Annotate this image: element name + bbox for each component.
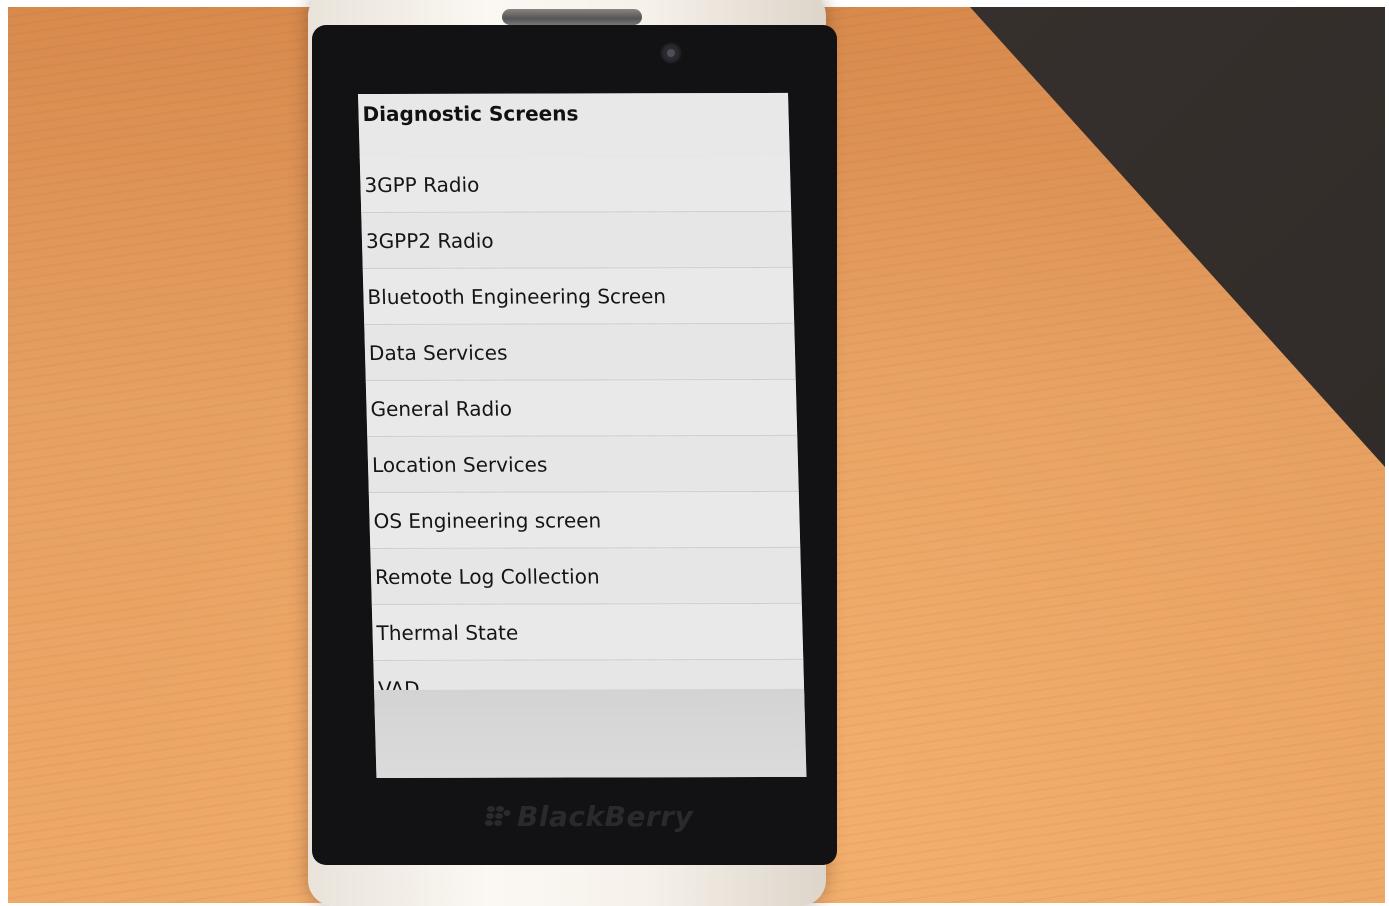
list-item-3gpp2-radio[interactable]: 3GPP2 Radio	[361, 211, 793, 269]
list-item-label: OS Engineering screen	[373, 507, 602, 533]
list-item-os-engineering[interactable]: OS Engineering screen	[368, 491, 801, 549]
list-item-3gpp-radio[interactable]: 3GPP Radio	[359, 155, 792, 213]
list-item-thermal-state[interactable]: Thermal State	[371, 603, 804, 661]
front-camera-icon	[660, 42, 682, 64]
list-item-label: Thermal State	[376, 620, 519, 645]
list-item-data-services[interactable]: Data Services	[364, 323, 796, 381]
brand-name: BlackBerry	[517, 800, 694, 833]
page-title: Diagnostic Screens	[362, 101, 579, 126]
empty-screen-area	[374, 688, 807, 779]
title-bar: Diagnostic Screens	[358, 92, 790, 158]
list-item-label: Remote Log Collection	[374, 563, 600, 589]
diagnostic-list: 3GPP Radio 3GPP2 Radio Bluetooth Enginee…	[359, 155, 805, 717]
list-item-location-services[interactable]: Location Services	[367, 435, 799, 493]
list-item-label: Bluetooth Engineering Screen	[367, 283, 667, 309]
blackberry-logo-icon	[485, 806, 511, 826]
phone-screen: Diagnostic Screens 3GPP Radio 3GPP2 Radi…	[358, 92, 807, 779]
list-item-label: 3GPP2 Radio	[365, 228, 494, 253]
list-item-general-radio[interactable]: General Radio	[365, 379, 798, 437]
list-item-bluetooth-engineering[interactable]: Bluetooth Engineering Screen	[362, 267, 795, 325]
list-item-label: 3GPP Radio	[364, 172, 480, 197]
list-item-label: Data Services	[368, 340, 508, 365]
brand-logo: BlackBerry	[485, 800, 705, 840]
list-item-label: General Radio	[370, 396, 513, 421]
earpiece-speaker	[502, 9, 642, 25]
list-item-remote-log-collection[interactable]: Remote Log Collection	[370, 547, 802, 605]
list-item-label: Location Services	[371, 452, 548, 477]
